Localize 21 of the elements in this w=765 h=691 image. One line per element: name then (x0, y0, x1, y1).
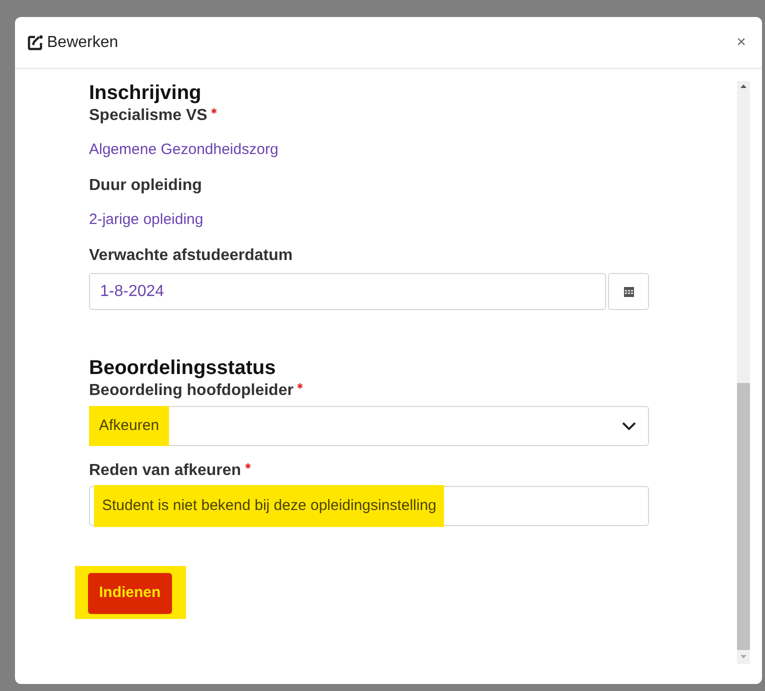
text-field[interactable]: Student is niet bekend bij deze opleidingsinstelling (89, 486, 649, 526)
field-label: Duur opleiding (89, 176, 202, 196)
select-field[interactable]: Afkeuren (89, 406, 649, 446)
field-label: Verwachte afstudeerdatum (89, 246, 293, 266)
scrollbar[interactable] (737, 81, 750, 664)
chevron-down-icon (622, 422, 636, 430)
calendar-button[interactable] (608, 273, 649, 310)
date-field[interactable]: 1-8-2024 (89, 273, 606, 310)
section-heading: Beoordelingsstatus (89, 356, 277, 380)
dialog-title: Bewerken (47, 32, 118, 52)
edit-icon (27, 34, 43, 50)
field-label: Beoordeling hoofdopleider (89, 381, 294, 401)
field-value: Algemene Gezondheidszorg (89, 140, 278, 160)
field-label: Reden van afkeuren (89, 461, 242, 481)
field-value: 2-jarige opleiding (89, 210, 204, 230)
calendar-icon (624, 286, 634, 297)
section-heading: Inschrijving (89, 81, 202, 105)
close-button[interactable]: × (732, 30, 750, 54)
scrollbar-thumb[interactable] (737, 383, 750, 650)
field-label: Specialisme VS (89, 106, 208, 126)
submit-button[interactable]: Indienen (88, 573, 172, 614)
